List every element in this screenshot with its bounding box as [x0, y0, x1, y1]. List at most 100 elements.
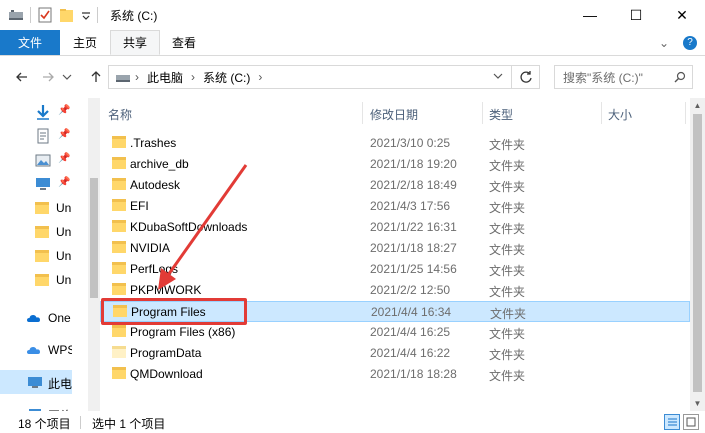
file-date: 2021/4/4 16:22	[370, 346, 451, 360]
table-row[interactable]: NVIDIA 2021/1/18 18:27 文件夹	[100, 238, 690, 259]
folder-icon	[112, 283, 126, 295]
table-row[interactable]: ProgramData 2021/4/4 16:22 文件夹	[100, 343, 690, 364]
file-name: Program Files (x86)	[130, 325, 236, 339]
folder-icon	[112, 199, 126, 211]
file-date: 2021/1/18 19:20	[370, 157, 457, 171]
breadcrumb-this-pc[interactable]: 此电脑	[147, 69, 183, 86]
column-divider[interactable]	[362, 102, 363, 124]
maximize-button[interactable]: ☐	[613, 0, 659, 30]
navigation-pane: 📌 📌 📌 📌 Un Un Un Un One WPS 此电	[0, 98, 72, 411]
customize-dropdown-icon[interactable]	[81, 7, 91, 23]
nav-item-wps[interactable]: WPS	[0, 338, 72, 362]
recent-locations-button[interactable]	[60, 65, 74, 89]
address-row: › 此电脑 › 系统 (C:) › 搜索"系统 (C:)"	[0, 56, 705, 98]
view-buttons	[664, 414, 699, 430]
tab-home[interactable]: 主页	[60, 30, 110, 55]
forward-arrow-icon	[43, 72, 54, 82]
quick-access-toolbar: 系统 (C:)	[0, 0, 157, 30]
up-button[interactable]	[84, 65, 108, 89]
folder-icon	[112, 178, 126, 190]
address-dropdown-icon[interactable]	[493, 70, 503, 84]
file-type: 文件夹	[489, 264, 526, 278]
nav-pane-scroll-thumb[interactable]	[90, 178, 98, 298]
nav-item-downloads[interactable]: 📌	[0, 100, 72, 124]
file-list-scroll-thumb[interactable]	[693, 114, 702, 392]
download-icon	[37, 105, 49, 120]
column-header-size[interactable]: 大小	[608, 106, 632, 123]
tab-file[interactable]: 文件	[0, 30, 60, 55]
file-list-scrollbar[interactable]: ▲ ▼	[690, 98, 705, 411]
table-row[interactable]: .Trashes 2021/3/10 0:25 文件夹	[100, 133, 690, 154]
address-bar[interactable]: › 此电脑 › 系统 (C:) ›	[108, 65, 512, 89]
nav-item-folder-3[interactable]: Un	[0, 244, 72, 268]
ribbon-expand-icon[interactable]: ⌄	[659, 36, 669, 50]
drive-icon[interactable]	[8, 7, 24, 23]
pin-icon: 📌	[58, 177, 71, 188]
nav-item-this-pc[interactable]: 此电	[0, 370, 72, 394]
column-divider[interactable]	[482, 102, 483, 124]
nav-item-folder-4[interactable]: Un	[0, 268, 72, 292]
file-date: 2021/1/25 14:56	[370, 262, 457, 276]
nav-item-documents[interactable]: 📌	[0, 124, 72, 148]
search-input[interactable]: 搜索"系统 (C:)"	[554, 65, 693, 89]
column-header-type[interactable]: 类型	[489, 106, 513, 123]
minimize-button[interactable]: —	[567, 0, 613, 30]
onedrive-cloud-icon	[27, 315, 40, 322]
table-row[interactable]: PerfLogs 2021/1/25 14:56 文件夹	[100, 259, 690, 280]
nav-item-network[interactable]: 网络	[0, 402, 72, 411]
nav-pane-scrollbar[interactable]	[88, 98, 100, 411]
drive-icon	[116, 75, 130, 82]
breadcrumb-drive-c[interactable]: 系统 (C:)	[203, 69, 250, 86]
column-header-date[interactable]: 修改日期	[370, 106, 418, 123]
nav-item-pictures[interactable]: 📌	[0, 148, 72, 172]
column-header-name[interactable]: 名称	[108, 106, 132, 123]
column-divider[interactable]	[685, 102, 686, 124]
details-view-icon[interactable]	[664, 414, 680, 430]
folder-icon	[112, 325, 126, 337]
table-row[interactable]: Program Files 2021/4/4 16:34 文件夹	[100, 301, 690, 322]
window-title: 系统 (C:)	[110, 8, 158, 23]
folder-icon	[35, 202, 49, 214]
nav-item-label: Un	[56, 249, 72, 263]
properties-icon[interactable]	[37, 7, 53, 23]
column-divider[interactable]	[601, 102, 602, 124]
file-date: 2021/2/2 12:50	[370, 283, 451, 297]
wps-cloud-icon	[27, 347, 40, 354]
nav-item-folder-2[interactable]: Un	[0, 220, 72, 244]
nav-item-folder-1[interactable]: Un	[0, 196, 72, 220]
nav-item-desktop[interactable]: 📌	[0, 172, 72, 196]
folder-icon	[112, 367, 126, 379]
close-button[interactable]: ✕	[659, 0, 705, 30]
search-icon	[674, 71, 686, 83]
table-row[interactable]: Autodesk 2021/2/18 18:49 文件夹	[100, 175, 690, 196]
scroll-down-icon[interactable]: ▼	[690, 396, 705, 411]
nav-item-onedrive[interactable]: One	[0, 306, 72, 330]
scroll-up-icon[interactable]: ▲	[690, 98, 705, 113]
large-icons-view-icon[interactable]	[683, 414, 699, 430]
desktop-icon	[36, 178, 50, 190]
tab-share[interactable]: 共享	[110, 30, 161, 55]
tab-view[interactable]: 查看	[160, 30, 208, 55]
up-arrow-icon	[91, 71, 101, 82]
selected-count: 选中 1 个项目	[92, 417, 166, 431]
ribbon-tabs: 文件 主页 共享 查看 ⌄ ?	[0, 30, 705, 56]
new-folder-icon[interactable]	[59, 7, 75, 23]
folder-icon	[112, 262, 126, 274]
table-row[interactable]: Program Files (x86) 2021/4/4 16:25 文件夹	[100, 322, 690, 343]
table-row[interactable]: PKPMWORK 2021/2/2 12:50 文件夹	[100, 280, 690, 301]
nav-item-label: 此电	[48, 377, 72, 391]
file-date: 2021/4/4 16:25	[370, 325, 451, 339]
file-date: 2021/4/4 16:34	[371, 305, 452, 319]
ribbon-right: ⌄ ?	[659, 30, 705, 55]
pin-icon: 📌	[58, 129, 71, 140]
refresh-button[interactable]	[512, 65, 540, 89]
nav-item-label: One	[48, 311, 71, 325]
forward-button[interactable]	[36, 65, 60, 89]
table-row[interactable]: archive_db 2021/1/18 19:20 文件夹	[100, 154, 690, 175]
folder-icon	[112, 346, 126, 358]
table-row[interactable]: QMDownload 2021/1/18 18:28 文件夹	[100, 364, 690, 385]
table-row[interactable]: KDubaSoftDownloads 2021/1/22 16:31 文件夹	[100, 217, 690, 238]
back-button[interactable]	[10, 65, 34, 89]
table-row[interactable]: EFI 2021/4/3 17:56 文件夹	[100, 196, 690, 217]
help-icon[interactable]: ?	[683, 35, 697, 50]
